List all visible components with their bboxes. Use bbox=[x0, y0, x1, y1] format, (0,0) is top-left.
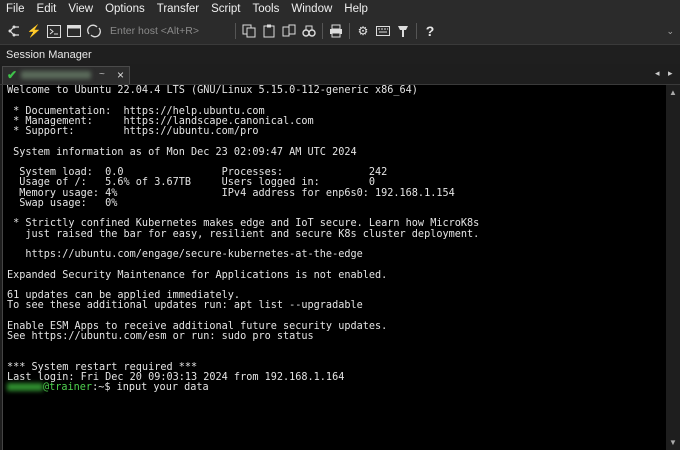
session-manager-bar: Session Manager bbox=[0, 44, 680, 65]
menu-help[interactable]: Help bbox=[338, 0, 374, 18]
session-tab-name-redacted bbox=[21, 71, 91, 79]
terminal[interactable]: Welcome to Ubuntu 22.04.4 LTS (GNU/Linux… bbox=[2, 85, 666, 450]
toolbar-divider bbox=[349, 23, 350, 39]
tab-scroll-left-icon[interactable]: ◂ bbox=[655, 68, 660, 79]
menu-window[interactable]: Window bbox=[285, 0, 338, 18]
terminal-output: Welcome to Ubuntu 22.04.4 LTS (GNU/Linux… bbox=[7, 85, 657, 394]
find-icon[interactable] bbox=[301, 23, 317, 39]
toolbar-divider bbox=[322, 23, 323, 39]
toolbar-divider bbox=[235, 23, 236, 39]
session-manager-title[interactable]: Session Manager bbox=[6, 49, 92, 61]
help-icon[interactable]: ? bbox=[422, 23, 438, 39]
terminal-line: Usage of /: 5.6% of 3.67TB Users logged … bbox=[7, 177, 376, 189]
terminal-line: * Strictly confined Kubernetes makes edg… bbox=[7, 218, 480, 230]
connected-check-icon: ✔ bbox=[7, 68, 18, 82]
print-icon[interactable] bbox=[328, 23, 344, 39]
copy-paste-icon[interactable] bbox=[281, 23, 297, 39]
session-tab[interactable]: ✔ ~ × bbox=[2, 66, 130, 84]
quick-connect-icon[interactable]: ⚡ bbox=[26, 23, 42, 39]
toolbar-divider bbox=[416, 23, 417, 39]
menu-edit[interactable]: Edit bbox=[31, 0, 63, 18]
window-icon[interactable] bbox=[66, 23, 82, 39]
prompt-command[interactable]: input your data bbox=[117, 382, 209, 393]
terminal-line: * Support: https://ubuntu.com/pro bbox=[7, 126, 259, 137]
tab-row: ✔ ~ × ◂ ▸ bbox=[0, 64, 680, 85]
terminal-line: To see these additional updates run: apt… bbox=[7, 300, 363, 312]
toolbar: ⚡ Enter host <Alt+R> ⚙ ? ⌄ bbox=[0, 18, 680, 44]
reconnect-icon[interactable] bbox=[86, 23, 102, 39]
prompt-host: @trainer bbox=[43, 382, 93, 394]
terminal-line: https://ubuntu.com/engage/secure-kuberne… bbox=[7, 249, 363, 260]
terminal-scrollbar[interactable]: ▲ ▼ bbox=[666, 85, 680, 450]
copy-icon[interactable] bbox=[241, 23, 257, 39]
menu-script[interactable]: Script bbox=[205, 0, 246, 18]
tab-scroll-right-icon[interactable]: ▸ bbox=[668, 68, 673, 79]
paste-icon[interactable] bbox=[261, 23, 277, 39]
menu-options[interactable]: Options bbox=[99, 0, 151, 18]
terminal-line: Welcome to Ubuntu 22.04.4 LTS (GNU/Linux… bbox=[7, 85, 418, 96]
terminal-line: just raised the bar for easy, resilient … bbox=[7, 228, 480, 240]
scroll-up-icon[interactable]: ▲ bbox=[669, 88, 677, 97]
session-tab-dropdown[interactable]: ~ bbox=[99, 69, 105, 80]
chevron-down-icon[interactable]: ⌄ bbox=[666, 26, 674, 37]
menu-file[interactable]: File bbox=[0, 0, 31, 18]
settings-icon[interactable]: ⚙ bbox=[355, 23, 371, 39]
menu-view[interactable]: View bbox=[62, 0, 99, 18]
scroll-down-icon[interactable]: ▼ bbox=[669, 438, 677, 447]
connect-icon[interactable] bbox=[6, 23, 22, 39]
keymap-icon[interactable] bbox=[375, 23, 391, 39]
terminal-line: Expanded Security Maintenance for Applic… bbox=[7, 269, 388, 281]
host-input[interactable]: Enter host <Alt+R> bbox=[108, 23, 228, 39]
script-icon[interactable] bbox=[395, 23, 411, 39]
menu-bar: File Edit View Options Transfer Script T… bbox=[0, 0, 680, 18]
close-icon[interactable]: × bbox=[117, 68, 124, 82]
terminal-prompt-line: @trainer:~$ input your data bbox=[7, 383, 657, 393]
terminal-line: System information as of Mon Dec 23 02:0… bbox=[7, 146, 357, 158]
menu-transfer[interactable]: Transfer bbox=[151, 0, 205, 18]
terminal-line: Swap usage: 0% bbox=[7, 197, 118, 209]
terminal-icon[interactable] bbox=[46, 23, 62, 39]
prompt-path: :~$ bbox=[92, 382, 117, 394]
menu-tools[interactable]: Tools bbox=[247, 0, 286, 18]
terminal-line: See https://ubuntu.com/esm or run: sudo … bbox=[7, 331, 314, 342]
prompt-user-redacted bbox=[7, 383, 43, 392]
